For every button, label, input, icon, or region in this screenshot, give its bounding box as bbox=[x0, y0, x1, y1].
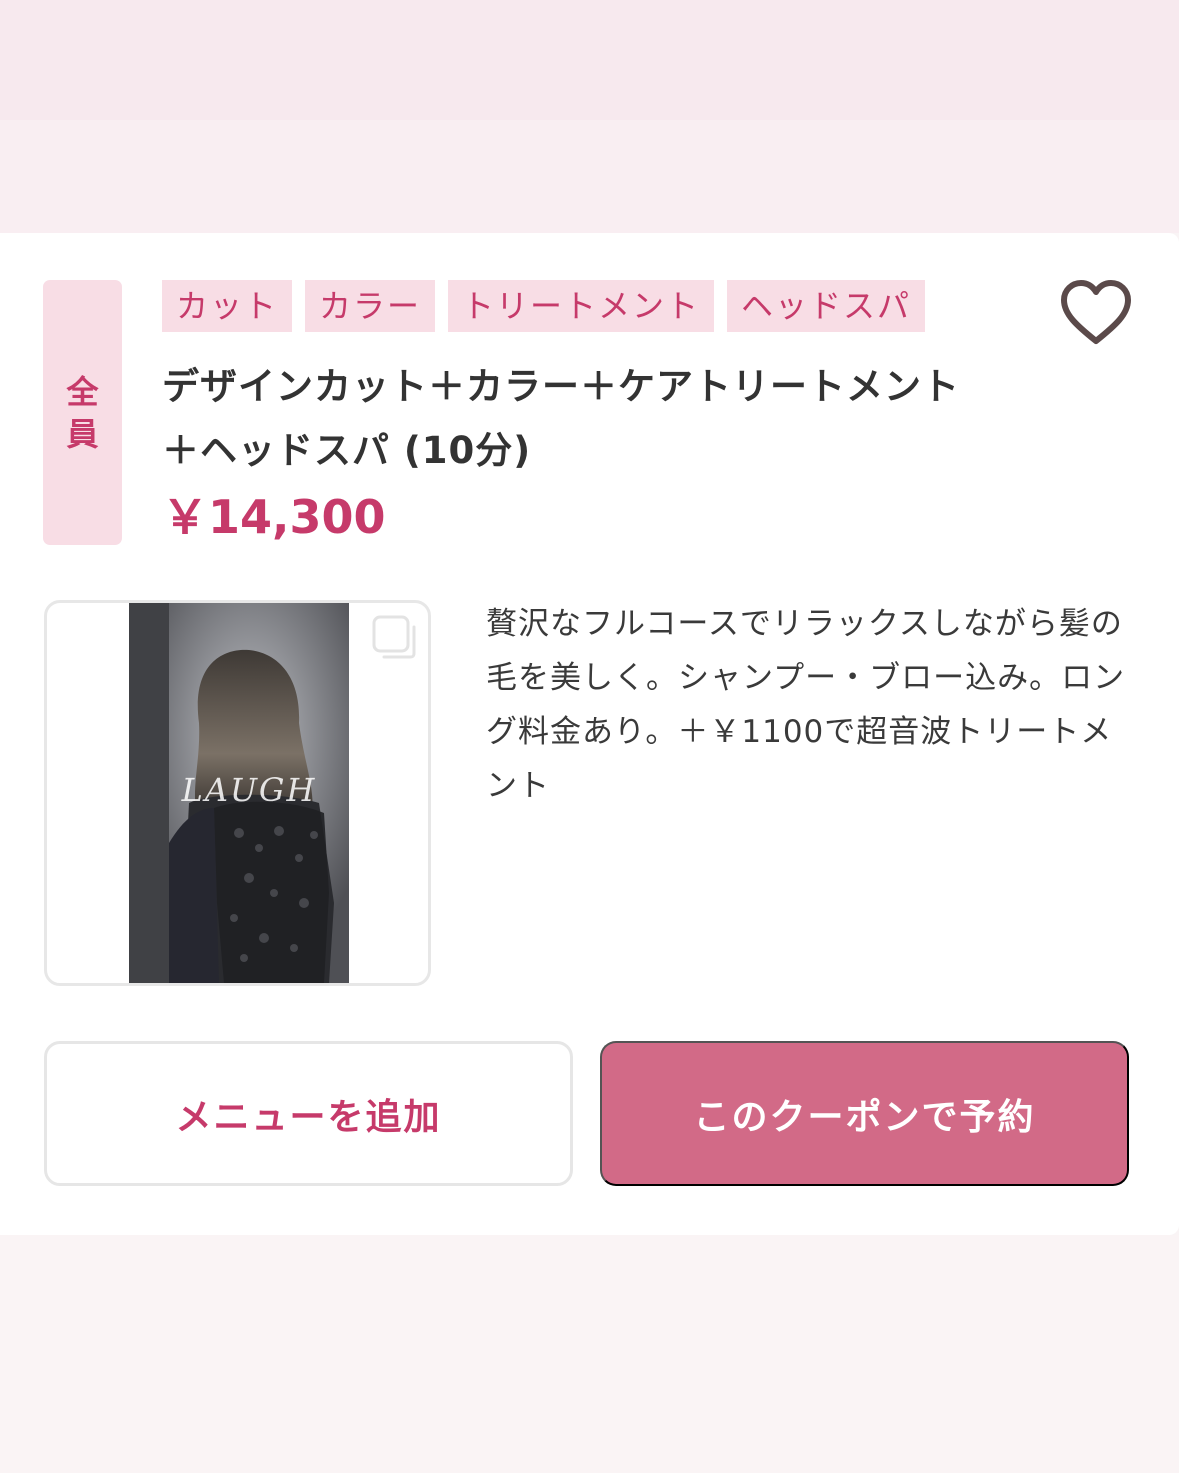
coupon-title-line: デザインカット＋カラー＋ケアトリートメント bbox=[162, 365, 960, 408]
coupon-card: 全 員 カット カラー トリートメント ヘッドスパ デザインカット＋カラー＋ケア… bbox=[0, 233, 1179, 1235]
add-menu-button[interactable]: メニューを追加 bbox=[44, 1041, 573, 1186]
favorite-button[interactable] bbox=[1058, 279, 1134, 347]
tag-head-spa: ヘッドスパ bbox=[727, 280, 926, 332]
tag-cut: カット bbox=[162, 280, 293, 332]
style-photo: LAUGH bbox=[129, 603, 349, 983]
multiple-images-icon bbox=[372, 615, 416, 659]
member-badge-char: 全 bbox=[66, 372, 99, 411]
tag-color: カラー bbox=[305, 280, 436, 332]
tag-treatment: トリートメント bbox=[448, 280, 715, 332]
reserve-coupon-button[interactable]: このクーポンで予約 bbox=[600, 1041, 1129, 1186]
heart-outline-icon bbox=[1061, 280, 1131, 344]
member-badge-char: 員 bbox=[66, 414, 99, 453]
coupon-title-line: ＋ヘッドスパ (10分) bbox=[162, 429, 532, 472]
photo-watermark: LAUGH bbox=[181, 771, 317, 809]
coupon-price: ￥14,300 bbox=[162, 490, 386, 544]
coupon-title: デザインカット＋カラー＋ケアトリートメント ＋ヘッドスパ (10分) bbox=[162, 355, 1042, 483]
top-background bbox=[0, 0, 1179, 233]
category-tags: カット カラー トリートメント ヘッドスパ bbox=[162, 280, 926, 332]
bottom-background bbox=[0, 1235, 1179, 1473]
coupon-description: 贅沢なフルコースでリラックスしながら髪の毛を美しく。シャンプー・ブロー込み。ロン… bbox=[486, 606, 1126, 804]
style-photo-thumbnail[interactable]: LAUGH bbox=[44, 600, 431, 986]
member-badge: 全 員 bbox=[43, 280, 122, 545]
